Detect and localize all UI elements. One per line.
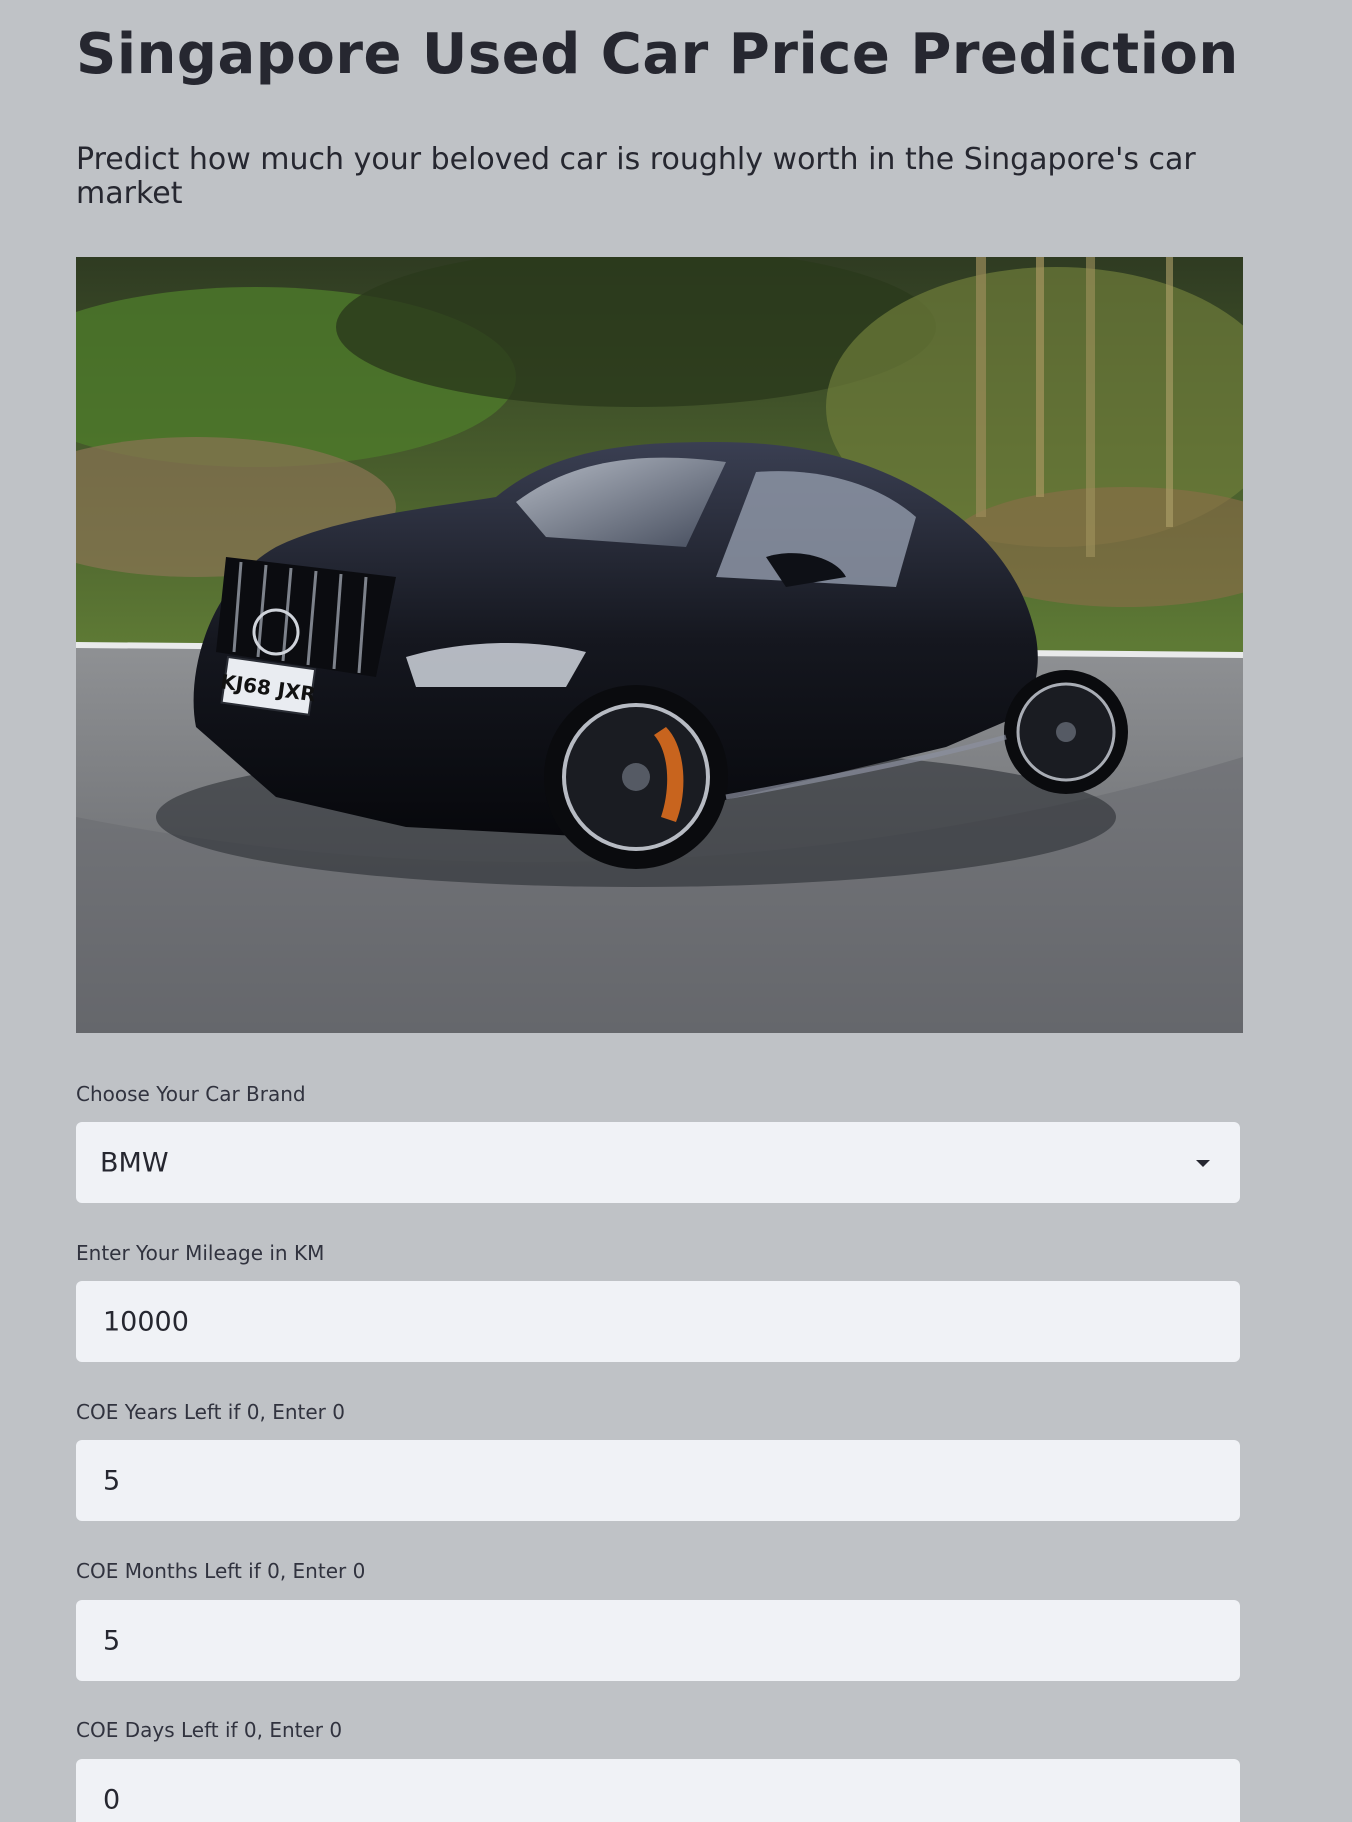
coe-months-label: COE Months Left if 0, Enter 0	[76, 1559, 366, 1583]
hero-car-image: KJ68 JXR	[76, 257, 1243, 1033]
coe-days-input-value: 0	[103, 1784, 121, 1816]
brand-select-value: BMW	[100, 1147, 169, 1178]
coe-days-label: COE Days Left if 0, Enter 0	[76, 1718, 343, 1742]
brand-select[interactable]: BMW	[76, 1122, 1240, 1203]
chevron-down-icon[interactable]	[1196, 1159, 1210, 1167]
mileage-input-value: 10000	[103, 1306, 189, 1337]
coe-months-input-value: 5	[103, 1625, 121, 1656]
coe-days-input[interactable]: 0	[76, 1759, 1240, 1822]
page-subtitle: Predict how much your beloved car is rou…	[76, 142, 1196, 211]
page: Singapore Used Car Price Prediction Pred…	[0, 0, 1352, 1822]
coe-years-input[interactable]: 5	[76, 1440, 1240, 1521]
mileage-input[interactable]: 10000	[76, 1281, 1240, 1362]
coe-years-input-value: 5	[103, 1465, 121, 1496]
page-title: Singapore Used Car Price Prediction	[76, 22, 1239, 87]
coe-months-input[interactable]: 5	[76, 1600, 1240, 1681]
brand-label: Choose Your Car Brand	[76, 1082, 306, 1106]
mileage-label: Enter Your Mileage in KM	[76, 1241, 325, 1265]
coe-years-label: COE Years Left if 0, Enter 0	[76, 1400, 345, 1424]
